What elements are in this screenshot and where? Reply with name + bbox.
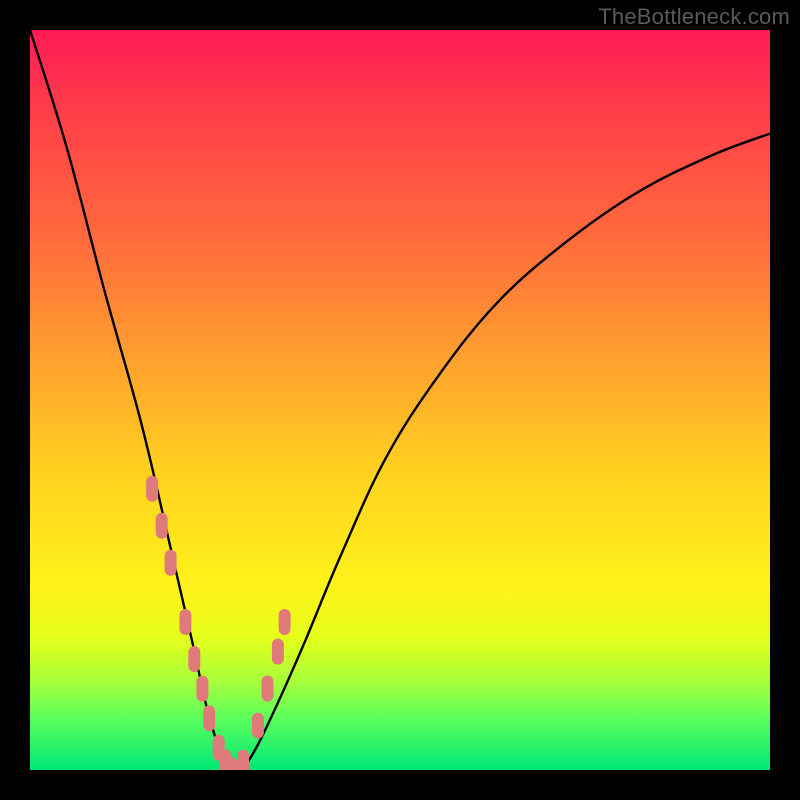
curve-marker (262, 676, 274, 702)
curve-marker (179, 609, 191, 635)
curve-layer (30, 30, 770, 770)
curve-marker (237, 750, 249, 770)
curve-marker (272, 639, 284, 665)
bottleneck-curve (30, 30, 770, 770)
curve-marker (203, 705, 215, 731)
curve-marker (188, 646, 200, 672)
curve-markers (146, 476, 291, 770)
curve-marker (279, 609, 291, 635)
chart-frame: TheBottleneck.com (0, 0, 800, 800)
curve-marker (165, 550, 177, 576)
curve-marker (156, 513, 168, 539)
curve-marker (196, 676, 208, 702)
curve-marker (252, 713, 264, 739)
plot-area (30, 30, 770, 770)
curve-marker (225, 757, 237, 770)
curve-marker (146, 476, 158, 502)
credit-watermark: TheBottleneck.com (598, 4, 790, 30)
